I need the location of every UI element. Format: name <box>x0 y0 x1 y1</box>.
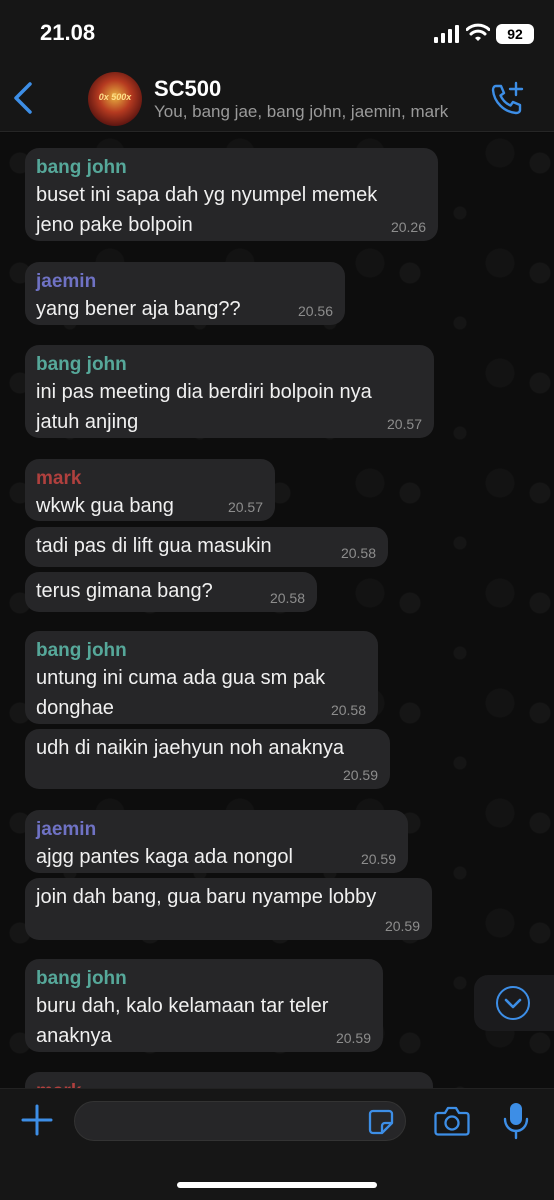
message-text: join dah bang, gua baru nyampe lobby <box>36 886 377 908</box>
message-time: 20.59 <box>342 767 378 783</box>
message-time: 20.59 <box>384 918 420 934</box>
message-sender: bang john <box>36 354 127 375</box>
message-time: 20.56 <box>297 303 333 319</box>
message-text: udh di naikin jaehyun noh anaknya <box>36 737 345 759</box>
home-indicator[interactable] <box>177 1182 377 1188</box>
message-text: ajgg pantes kaga ada nongol <box>36 846 293 868</box>
cellular-signal-icon <box>434 25 459 43</box>
message-input[interactable] <box>74 1101 406 1141</box>
message-sender: bang john <box>36 640 127 661</box>
microphone-icon[interactable] <box>502 1101 530 1141</box>
battery-indicator: 92 <box>496 24 534 44</box>
message-sender: mark <box>36 1080 421 1088</box>
phone-plus-icon[interactable] <box>488 80 526 118</box>
message-bubble[interactable]: bang john untung ini cuma ada gua sm pak… <box>25 631 378 724</box>
message-text: yang bener aja bang?? <box>36 298 241 320</box>
message-bubble[interactable]: join dah bang, gua baru nyampe lobby 20.… <box>25 878 432 940</box>
chat-header: 0x 500x SC500 You, bang jae, bang john, … <box>0 66 554 132</box>
message-text: anaknya <box>36 1025 112 1047</box>
message-time: 20.59 <box>360 851 396 867</box>
message-bubble[interactable]: bang john buset ini sapa dah yg nyumpel … <box>25 148 438 241</box>
message-sender: jaemin <box>36 271 97 292</box>
message-bubble[interactable]: terus gimana bang? 20.58 <box>25 572 317 612</box>
chevron-down-icon <box>496 986 530 1020</box>
message-bubble[interactable]: udh di naikin jaehyun noh anaknya 20.59 <box>25 729 390 789</box>
message-sender: bang john <box>36 157 127 178</box>
status-time: 21.08 <box>40 20 96 45</box>
message-sender: jaemin <box>36 819 97 840</box>
message-time: 20.57 <box>227 499 263 515</box>
plus-icon[interactable] <box>20 1103 54 1137</box>
message-text: donghae <box>36 697 114 719</box>
message-time: 20.57 <box>386 416 422 432</box>
message-bubble[interactable]: tadi pas di lift gua masukin 20.58 <box>25 527 388 567</box>
message-text: buset ini sapa dah yg nyumpel memek <box>36 184 378 206</box>
message-time: 20.59 <box>335 1030 371 1046</box>
scroll-to-bottom-button[interactable] <box>474 975 554 1031</box>
message-bubble[interactable]: jaemin ajgg pantes kaga ada nongol 20.59 <box>25 810 408 873</box>
message-text: terus gimana bang? <box>36 580 213 602</box>
chat-members[interactable]: You, bang jae, bang john, jaemin, mark <box>154 102 448 122</box>
message-time: 20.58 <box>340 545 376 561</box>
sticker-icon[interactable] <box>368 1109 394 1135</box>
chat-title[interactable]: SC500 <box>154 76 221 102</box>
group-avatar[interactable]: 0x 500x <box>88 72 142 126</box>
wifi-icon <box>466 23 490 41</box>
message-text: jeno pake bolpoin <box>36 214 193 236</box>
message-text: jatuh anjing <box>36 411 139 433</box>
avatar-label: 0x 500x <box>98 92 132 102</box>
message-time: 20.58 <box>269 590 305 606</box>
message-time: 20.26 <box>390 219 426 235</box>
message-time: 20.58 <box>330 702 366 718</box>
message-sender: mark <box>36 468 82 489</box>
message-bubble[interactable]: jaemin yang bener aja bang?? 20.56 <box>25 262 345 325</box>
message-bubble[interactable]: mark wkwk gua bang 20.57 <box>25 459 275 521</box>
status-bar: 21.08 92 <box>0 0 554 66</box>
message-text: untung ini cuma ada gua sm pak <box>36 667 326 689</box>
camera-icon[interactable] <box>434 1105 470 1137</box>
message-bubble[interactable]: bang john buru dah, kalo kelamaan tar te… <box>25 959 383 1052</box>
message-text: buru dah, kalo kelamaan tar teler <box>36 995 329 1017</box>
message-text: ini pas meeting dia berdiri bolpoin nya <box>36 381 372 403</box>
message-list[interactable]: bang john buset ini sapa dah yg nyumpel … <box>0 133 554 1088</box>
message-text: tadi pas di lift gua masukin <box>36 535 272 557</box>
message-bubble[interactable]: mark <box>25 1072 433 1088</box>
message-sender: bang john <box>36 968 127 989</box>
message-composer <box>0 1088 554 1200</box>
message-bubble[interactable]: bang john ini pas meeting dia berdiri bo… <box>25 345 434 438</box>
chevron-left-icon[interactable] <box>8 76 38 120</box>
